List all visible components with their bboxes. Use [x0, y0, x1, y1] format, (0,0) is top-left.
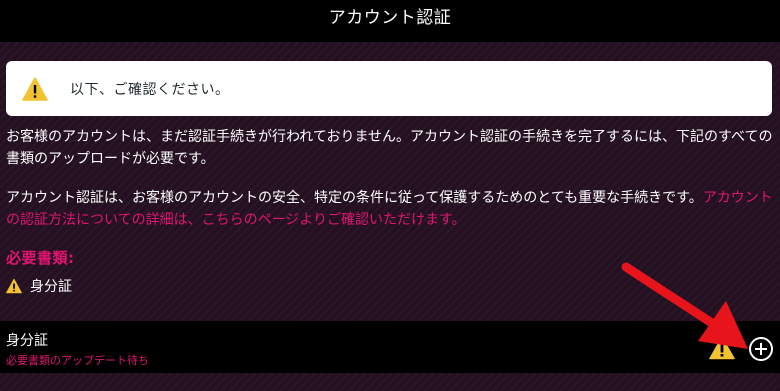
info-text: アカウント認証は、お客様のアカウントの安全、特定の条件に従って保護するためのとて…: [6, 190, 703, 206]
main-content: 以下、ご確認ください。 お客様のアカウントは、まだ認証手続きが行われておりません…: [0, 42, 780, 391]
document-status: 必要書類のアップデート待ち: [6, 354, 149, 367]
document-row-id: 身分証 必要書類のアップデート待ち: [0, 321, 780, 373]
required-documents-heading: 必要書類:: [6, 249, 75, 267]
intro-paragraph: お客様のアカウントは、まだ認証手続きが行われておりません。アカウント認証の手続き…: [6, 129, 773, 167]
page-title: アカウント認証: [328, 8, 452, 28]
warning-icon: [709, 336, 735, 360]
warning-icon: [6, 278, 22, 294]
warning-icon: [22, 76, 48, 101]
plus-circle-icon[interactable]: [748, 336, 774, 362]
notice-box: 以下、ご確認ください。: [6, 61, 772, 116]
info-paragraph: アカウント認証は、お客様のアカウントの安全、特定の条件に従って保護するためのとて…: [6, 187, 776, 231]
document-title: 身分証: [6, 333, 48, 349]
top-bar: アカウント認証: [0, 0, 780, 42]
required-document-label: 身分証: [30, 279, 72, 295]
required-document-item: 身分証: [6, 276, 72, 296]
notice-text: 以下、ご確認ください。: [70, 81, 230, 98]
